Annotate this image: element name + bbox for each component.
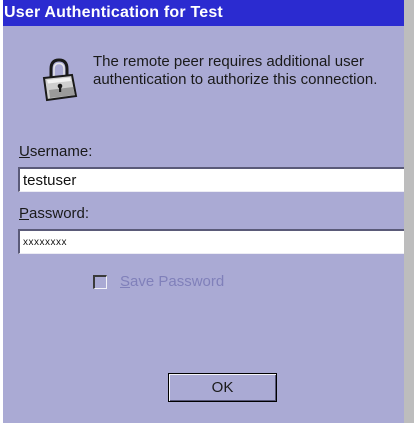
username-label-accelerator: U <box>19 143 30 160</box>
password-label-accelerator: P <box>19 205 30 222</box>
title-bar[interactable]: User Authentication for Test <box>3 0 404 26</box>
username-label-text: sername: <box>29 143 93 160</box>
save-password-label-text: ave Password <box>130 273 225 290</box>
password-label: Password: <box>19 205 89 222</box>
window-title: User Authentication for Test <box>4 4 223 21</box>
lock-icon <box>42 58 78 102</box>
password-field[interactable] <box>18 229 410 254</box>
ok-button[interactable]: OK <box>168 373 277 402</box>
username-field[interactable] <box>18 167 410 192</box>
authentication-dialog: User Authentication for Test The remote … <box>0 0 414 423</box>
username-label: Username: <box>19 143 92 160</box>
save-password-label-accelerator: S <box>120 273 131 290</box>
password-label-text: assword: <box>29 205 90 222</box>
message-text: The remote peer requires additional user… <box>93 53 378 88</box>
save-password-label[interactable]: Save Password <box>120 273 224 290</box>
save-password-checkbox[interactable] <box>93 275 107 289</box>
